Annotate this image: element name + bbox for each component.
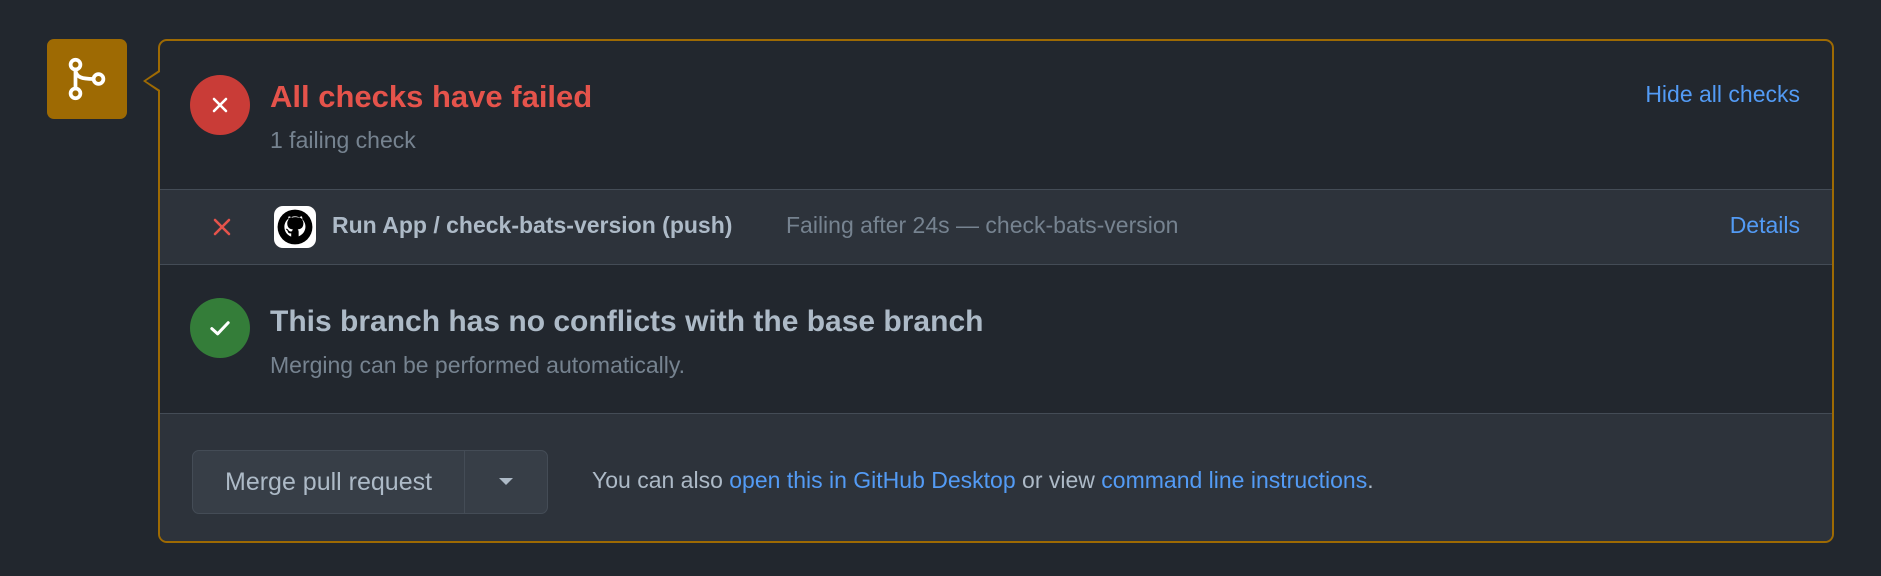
x-icon (210, 215, 234, 239)
timeline-pointer-fill (146, 72, 160, 90)
git-merge-icon (47, 39, 127, 119)
merge-hint-text: You can also open this in GitHub Desktop… (592, 467, 1374, 494)
checks-section: All checks have failed 1 failing check H… (160, 41, 1832, 189)
open-in-desktop-link[interactable]: open this in GitHub Desktop (729, 467, 1015, 493)
merge-box: All checks have failed 1 failing check H… (158, 39, 1834, 543)
triangle-down-icon (499, 478, 514, 485)
merge-status-panel: All checks have failed 1 failing check H… (0, 0, 1881, 576)
conflicts-status-subtitle: Merging can be performed automatically. (270, 352, 686, 378)
check-name: Run App / check-bats-version (push) (332, 212, 733, 238)
x-circle-icon (190, 75, 250, 135)
command-line-instructions-link[interactable]: command line instructions (1101, 467, 1367, 493)
check-description: Failing after 24s — check-bats-version (786, 212, 1179, 238)
check-details-link[interactable]: Details (1730, 212, 1800, 239)
merge-hint-prefix: You can also (592, 467, 730, 493)
merge-method-dropdown[interactable] (465, 451, 547, 513)
merge-footer: Merge pull request You can also open thi… (160, 413, 1832, 541)
checks-status-subtitle: 1 failing check (270, 127, 416, 153)
check-circle-icon (190, 298, 250, 358)
github-logo-icon (274, 206, 316, 248)
merge-hint-suffix: . (1367, 467, 1374, 493)
merge-hint-middle: or view (1015, 467, 1102, 493)
merge-button-group: Merge pull request (192, 450, 549, 514)
check-run-row: Run App / check-bats-version (push) Fail… (160, 189, 1832, 265)
checks-status-title: All checks have failed (270, 79, 593, 114)
merge-pull-request-button[interactable]: Merge pull request (193, 451, 466, 513)
conflicts-status-title: This branch has no conflicts with the ba… (270, 305, 984, 338)
hide-all-checks-link[interactable]: Hide all checks (1645, 81, 1800, 108)
